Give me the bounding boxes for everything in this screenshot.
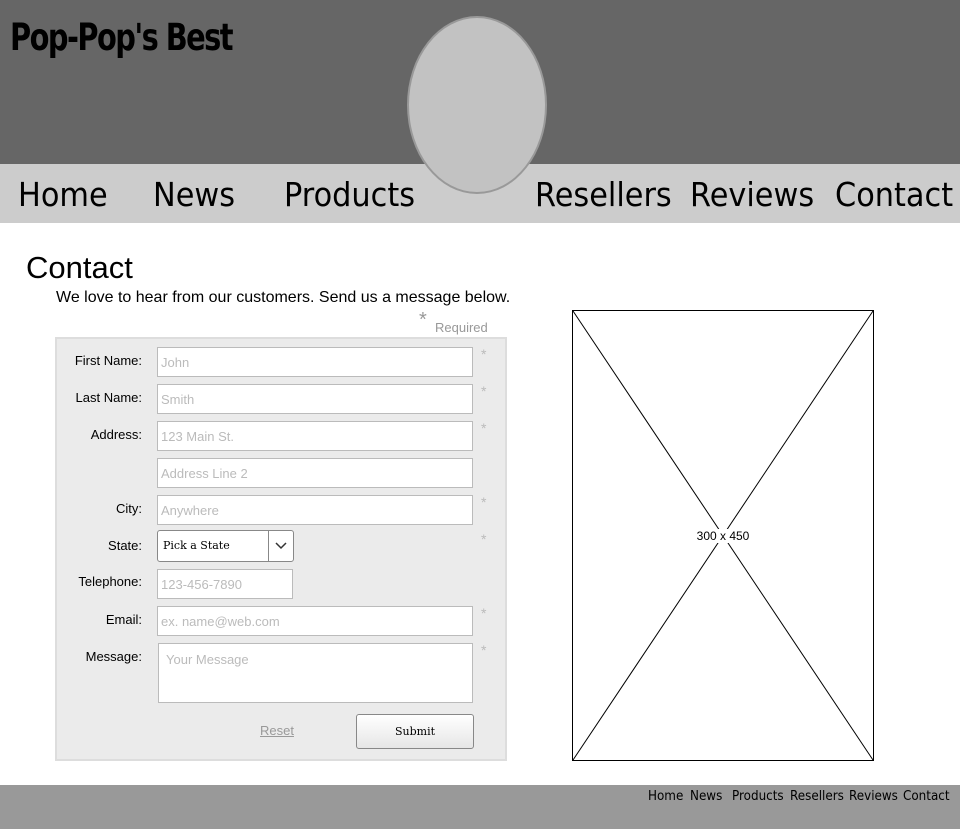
submit-button[interactable]: Submit — [356, 714, 474, 749]
city-required-star: * — [481, 494, 487, 510]
address-required-star: * — [481, 420, 487, 436]
state-label: State: — [108, 538, 142, 553]
footer-link-products[interactable]: Products — [732, 789, 784, 804]
message-textarea[interactable]: Your Message — [158, 643, 473, 703]
nav-item-reviews[interactable]: Reviews — [690, 175, 814, 214]
nav-item-resellers[interactable]: Resellers — [535, 175, 672, 214]
last-name-required-star: * — [481, 383, 487, 399]
site-logo[interactable]: Pop-Pop's Best — [10, 16, 234, 59]
nav-item-home[interactable]: Home — [18, 175, 108, 214]
page-title: Contact — [26, 250, 133, 285]
footer-link-reviews[interactable]: Reviews — [849, 789, 898, 804]
message-required-star: * — [481, 642, 487, 658]
footer-link-home[interactable]: Home — [648, 789, 683, 804]
email-label: Email: — [105, 612, 142, 627]
site-footer: Home News Products Resellers Reviews Con… — [0, 785, 960, 829]
state-required-star: * — [481, 531, 487, 547]
last-name-label: Last Name: — [75, 390, 142, 405]
required-star-icon: * — [419, 309, 427, 331]
first-name-input[interactable]: John — [157, 347, 473, 377]
nav-item-news[interactable]: News — [153, 175, 235, 214]
telephone-label: Telephone: — [78, 574, 142, 589]
city-label: City: — [116, 501, 142, 516]
first-name-label: First Name: — [74, 353, 142, 368]
telephone-input[interactable]: 123-456-7890 — [157, 569, 293, 599]
state-select-value: Pick a State — [163, 539, 230, 552]
email-required-star: * — [481, 605, 487, 621]
nav-item-contact[interactable]: Contact — [835, 175, 953, 214]
message-label: Message: — [85, 649, 142, 664]
address-line-2-input[interactable]: Address Line 2 — [157, 458, 473, 488]
city-input[interactable]: Anywhere — [157, 495, 473, 525]
select-divider — [268, 531, 269, 561]
intro-text: We love to hear from our customers. Send… — [56, 289, 511, 306]
required-legend: Required — [435, 320, 488, 335]
logo-badge-placeholder — [407, 16, 547, 194]
reset-link[interactable]: Reset — [260, 723, 294, 738]
last-name-input[interactable]: Smith — [157, 384, 473, 414]
image-placeholder-label: 300 x 450 — [572, 529, 874, 543]
footer-link-contact[interactable]: Contact — [903, 789, 950, 804]
chevron-down-icon — [275, 542, 287, 550]
footer-link-news[interactable]: News — [690, 789, 722, 804]
email-input[interactable]: ex. name@web.com — [157, 606, 473, 636]
address-input[interactable]: 123 Main St. — [157, 421, 473, 451]
first-name-required-star: * — [481, 346, 487, 362]
state-select[interactable]: Pick a State — [157, 530, 294, 562]
image-size-text: 300 x 450 — [695, 529, 751, 543]
address-label: Address: — [90, 427, 142, 442]
nav-item-products[interactable]: Products — [284, 175, 415, 214]
footer-link-resellers[interactable]: Resellers — [790, 789, 844, 804]
